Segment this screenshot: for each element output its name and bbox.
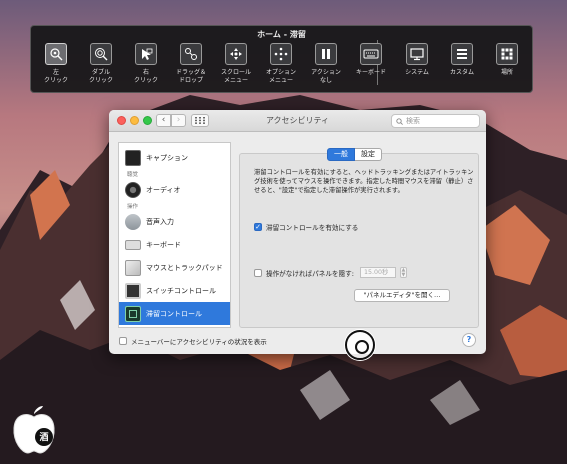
microphone-icon [125, 213, 141, 230]
sidebar-item-label: スイッチコントロール [146, 286, 216, 295]
double-click-icon [90, 43, 112, 65]
sidebar-item-voice-input[interactable]: 音声入力 [119, 210, 230, 233]
double-click-button[interactable]: ダブル クリック [81, 43, 121, 84]
logo-text: 酒 [39, 433, 49, 443]
options-menu-button[interactable]: オプション メニュー [261, 43, 301, 84]
search-placeholder: 検索 [406, 117, 420, 125]
enable-dwell-checkbox[interactable]: ✓ [254, 223, 262, 231]
sidebar-header-interaction: 操作 [127, 204, 139, 210]
dwell-settings-pane: 一般 設定 滞留コントロールを有効にすると、ヘッドトラッキングまたはアイトラッキ… [239, 148, 479, 328]
sidebar-item-label: キーボード [146, 240, 181, 249]
double-click-label: ダブル クリック [88, 69, 113, 84]
scroll-menu-button[interactable]: スクロール メニュー [216, 43, 256, 84]
show-status-row: メニューバーにアクセシビリティの状況を表示 [119, 336, 267, 346]
pause-icon [315, 43, 337, 65]
sidebar-item-captions[interactable]: キャプション [119, 146, 230, 169]
captions-icon [125, 149, 141, 166]
drag-drop-button[interactable]: ドラッグ＆ ドロップ [171, 43, 211, 84]
speaker-icon [125, 181, 141, 198]
right-click-label: 右 クリック [133, 69, 158, 84]
hide-panel-label: 操作がなければパネルを隠す: [266, 269, 354, 278]
tab-bar: 一般 設定 [327, 148, 382, 161]
sidebar-header-hearing: 聴覚 [127, 172, 139, 178]
show-status-checkbox[interactable] [119, 337, 127, 345]
no-action-button[interactable]: アクション なし [306, 43, 346, 84]
enable-dwell-label: 滞留コントロールを有効にする [266, 224, 359, 232]
title-bar: ‹ › アクセシビリティ 検索 [109, 110, 486, 132]
system-panel-button[interactable]: システム [397, 43, 437, 77]
list-icon [451, 43, 473, 65]
options-menu-label: オプション メニュー [265, 69, 296, 84]
left-click-icon [45, 43, 67, 65]
hide-panel-row: 操作がなければパネルを隠す: 15.00秒 ▲ ▼ [254, 267, 407, 278]
system-panel-label: システム [405, 69, 429, 76]
options-menu-icon [270, 43, 292, 65]
sidebar-item-label: キャプション [146, 153, 188, 162]
location-panel-label: 場所 [500, 69, 513, 76]
hide-panel-checkbox[interactable] [254, 268, 262, 277]
open-panel-editor-button[interactable]: "パネルエディタ"を開く… [354, 289, 450, 302]
keyboard-panel-button[interactable]: キーボード [351, 43, 391, 77]
hide-panel-stepper[interactable]: ▲ ▼ [399, 267, 407, 278]
dwell-cursor-icon [345, 330, 375, 360]
sidebar-item-mouse-trackpad[interactable]: マウスとトラックパッド [119, 256, 230, 279]
no-action-label: アクション なし [311, 69, 341, 84]
search-icon [396, 117, 403, 125]
sidebar-item-audio[interactable]: オーディオ [119, 178, 230, 201]
location-panel-button[interactable]: 場所 [487, 43, 527, 77]
help-button[interactable]: ? [462, 333, 476, 347]
sidebar-item-label: 音声入力 [146, 217, 174, 226]
scroll-menu-icon [225, 43, 247, 65]
display-icon [406, 43, 428, 65]
apple-logo-icon [13, 406, 55, 454]
switch-control-icon [125, 282, 141, 299]
sidebar-item-dwell-control[interactable]: 滞留コントロール [119, 302, 230, 325]
right-click-icon [135, 43, 157, 65]
dwell-panel-title: ホーム - 滞留 [257, 30, 306, 39]
checkmark-icon: ✓ [255, 222, 261, 231]
custom-panel-button[interactable]: カスタム [442, 43, 482, 77]
keyboard-panel-label: キーボード [355, 69, 386, 76]
drag-drop-icon [180, 43, 202, 65]
keyboard-icon [125, 239, 141, 250]
scroll-menu-label: スクロール メニュー [220, 69, 251, 84]
sidebar-item-label: 滞留コントロール [146, 309, 202, 318]
drag-drop-label: ドラッグ＆ ドロップ [175, 69, 206, 84]
mouse-icon [125, 259, 141, 276]
search-field[interactable]: 検索 [391, 114, 480, 128]
right-click-button[interactable]: 右 クリック [126, 43, 166, 84]
custom-panel-label: カスタム [449, 69, 474, 76]
tab-general[interactable]: 一般 [327, 148, 355, 161]
sidebar-item-label: マウスとトラックパッド [146, 263, 223, 272]
site-logo: 酒 [5, 404, 63, 456]
keyboard-icon [360, 43, 382, 65]
sidebar: キャプション 聴覚 オーディオ 操作 音声入力 キーボード マウスとトラックパッ… [118, 142, 231, 328]
hide-panel-time-field[interactable]: 15.00秒 [359, 267, 396, 278]
show-status-label: メニューバーにアクセシビリティの状況を表示 [131, 338, 267, 346]
stepper-arrows-icon: ▲ ▼ [401, 267, 406, 278]
accessibility-window: ‹ › アクセシビリティ 検索 キャプション 聴覚 オーディオ 操作 音声入力 … [109, 110, 486, 354]
dwell-control-icon [125, 305, 141, 322]
tab-settings[interactable]: 設定 [355, 148, 382, 161]
sidebar-item-switch-control[interactable]: スイッチコントロール [119, 279, 230, 302]
left-click-button[interactable]: 左 クリック [36, 43, 76, 84]
dwell-panel: ホーム - 滞留 左 クリック ダブル クリック 右 クリック ドラッグ＆ ドロ… [30, 25, 533, 93]
grid-icon [496, 43, 518, 65]
dwell-description: 滞留コントロールを有効にすると、ヘッドトラッキングまたはアイトラッキング技術を使… [254, 169, 474, 195]
sidebar-item-label: オーディオ [146, 185, 181, 194]
sidebar-item-keyboard[interactable]: キーボード [119, 233, 230, 256]
left-click-label: 左 クリック [43, 69, 68, 84]
enable-dwell-row: ✓ 滞留コントロールを有効にする [254, 222, 358, 232]
